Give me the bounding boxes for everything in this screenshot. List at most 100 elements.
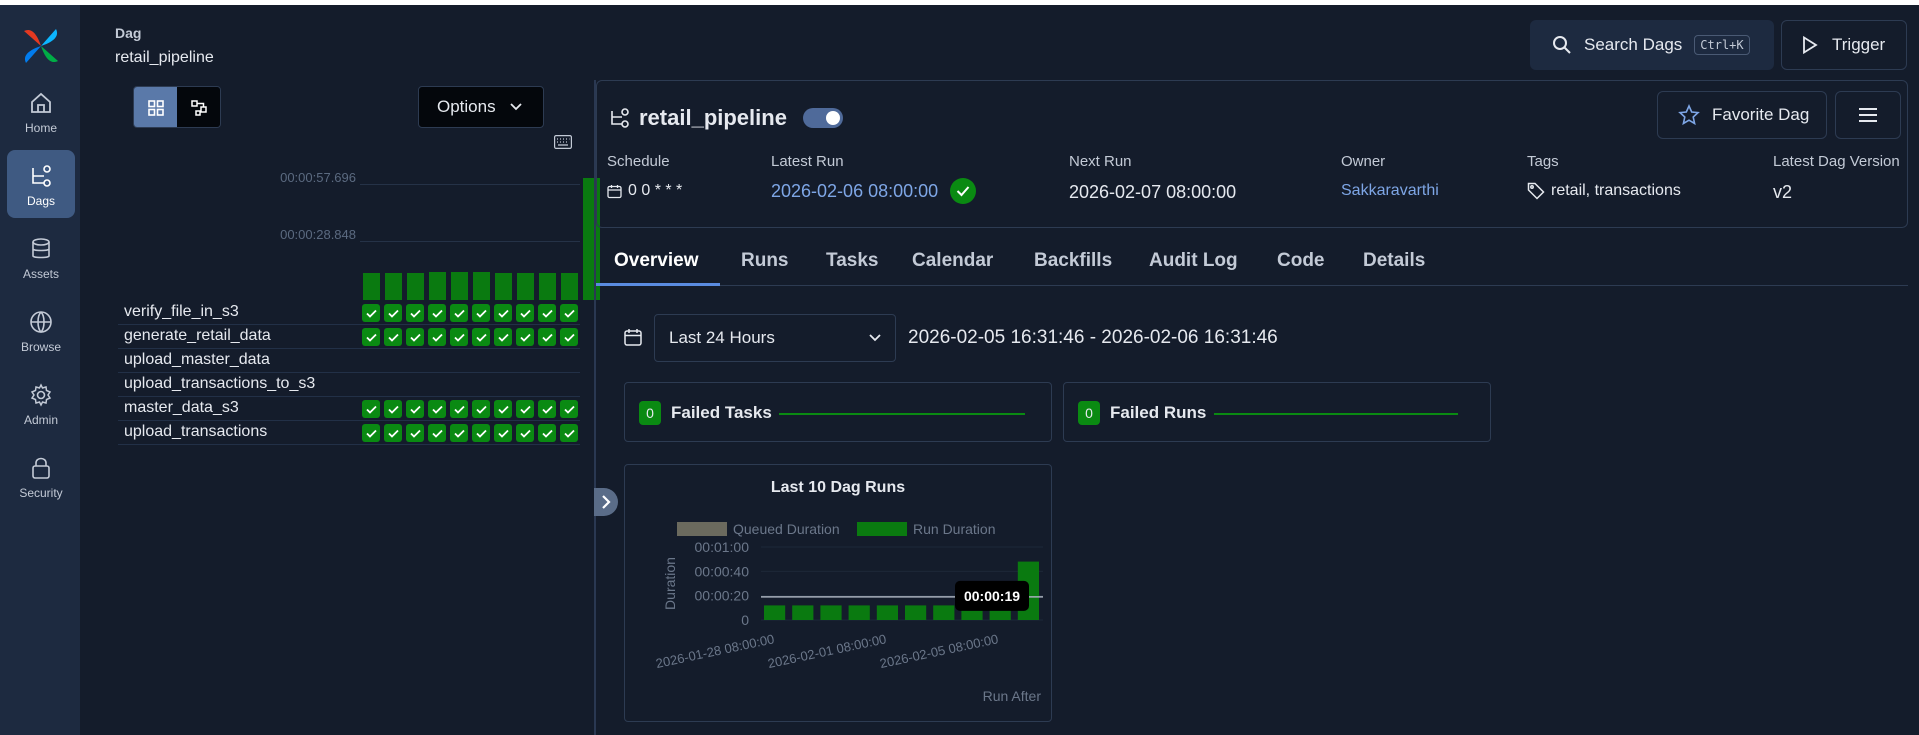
grid-run-bar[interactable] bbox=[363, 273, 380, 300]
sidebar-item-security[interactable]: Security bbox=[7, 442, 75, 510]
legend-label-run[interactable]: Run Duration bbox=[913, 521, 996, 537]
task-instance-success[interactable] bbox=[516, 424, 534, 442]
task-instance-success[interactable] bbox=[472, 304, 490, 322]
options-dropdown[interactable]: Options bbox=[418, 86, 544, 128]
task-instance-success[interactable] bbox=[362, 400, 380, 418]
task-row[interactable]: master_data_s3 bbox=[118, 397, 580, 421]
task-instance-success[interactable] bbox=[450, 400, 468, 418]
task-instance-success[interactable] bbox=[384, 328, 402, 346]
task-instance-success[interactable] bbox=[538, 400, 556, 418]
grid-run-bar[interactable] bbox=[385, 273, 402, 300]
grid-run-bar[interactable] bbox=[407, 273, 424, 300]
grid-run-bar[interactable] bbox=[539, 273, 556, 300]
graph-view-button[interactable] bbox=[177, 87, 220, 127]
sidebar-item-browse[interactable]: Browse bbox=[7, 296, 75, 364]
failed-tasks-card[interactable]: 0 Failed Tasks bbox=[624, 382, 1052, 442]
legend-label-queued[interactable]: Queued Duration bbox=[733, 521, 840, 537]
task-instance-success[interactable] bbox=[362, 304, 380, 322]
task-instance-success[interactable] bbox=[362, 328, 380, 346]
collapse-panel-button[interactable] bbox=[594, 488, 618, 516]
tab-calendar[interactable]: Calendar bbox=[912, 250, 993, 272]
tab-audit-log[interactable]: Audit Log bbox=[1149, 250, 1238, 272]
task-instance-success[interactable] bbox=[494, 424, 512, 442]
latest-run-link[interactable]: 2026-02-06 08:00:00 bbox=[771, 181, 938, 202]
task-name[interactable]: generate_retail_data bbox=[124, 327, 271, 345]
sidebar-item-admin[interactable]: Admin bbox=[7, 369, 75, 437]
task-name[interactable]: upload_transactions bbox=[124, 423, 267, 441]
task-instance-success[interactable] bbox=[494, 328, 512, 346]
task-instance-success[interactable] bbox=[560, 400, 578, 418]
task-instance-success[interactable] bbox=[450, 424, 468, 442]
task-instance-success[interactable] bbox=[494, 400, 512, 418]
task-instance-success[interactable] bbox=[406, 400, 424, 418]
task-name[interactable]: verify_file_in_s3 bbox=[124, 303, 239, 321]
task-instance-success[interactable] bbox=[428, 424, 446, 442]
trigger-button[interactable]: Trigger bbox=[1781, 20, 1907, 70]
run-duration-bar[interactable] bbox=[876, 605, 898, 620]
sidebar-item-assets[interactable]: Assets bbox=[7, 223, 75, 291]
grid-run-bar[interactable] bbox=[451, 272, 468, 300]
favorite-dag-button[interactable]: Favorite Dag bbox=[1657, 91, 1827, 139]
task-instance-success[interactable] bbox=[516, 304, 534, 322]
task-instance-success[interactable] bbox=[428, 328, 446, 346]
task-instance-success[interactable] bbox=[428, 304, 446, 322]
task-instance-success[interactable] bbox=[428, 400, 446, 418]
airflow-logo-icon[interactable] bbox=[20, 25, 62, 67]
tags-value[interactable]: retail, transactions bbox=[1551, 182, 1681, 200]
run-duration-bar[interactable] bbox=[848, 605, 870, 620]
task-instance-success[interactable] bbox=[538, 304, 556, 322]
more-menu-button[interactable] bbox=[1835, 91, 1901, 139]
task-instance-success[interactable] bbox=[494, 304, 512, 322]
failed-runs-card[interactable]: 0 Failed Runs bbox=[1063, 382, 1491, 442]
task-name[interactable]: upload_transactions_to_s3 bbox=[124, 375, 315, 393]
tab-backfills[interactable]: Backfills bbox=[1034, 250, 1112, 272]
task-instance-success[interactable] bbox=[560, 328, 578, 346]
task-name[interactable]: master_data_s3 bbox=[124, 399, 239, 417]
tab-tasks[interactable]: Tasks bbox=[826, 250, 878, 272]
task-instance-success[interactable] bbox=[406, 328, 424, 346]
task-instance-success[interactable] bbox=[560, 304, 578, 322]
task-instance-success[interactable] bbox=[472, 400, 490, 418]
task-instance-success[interactable] bbox=[362, 424, 380, 442]
run-duration-bar[interactable] bbox=[905, 605, 927, 620]
grid-run-bar[interactable] bbox=[517, 273, 534, 300]
task-instance-success[interactable] bbox=[516, 328, 534, 346]
grid-run-bar[interactable] bbox=[495, 273, 512, 300]
task-row[interactable]: upload_master_data bbox=[118, 349, 580, 373]
task-row[interactable]: generate_retail_data bbox=[118, 325, 580, 349]
tab-runs[interactable]: Runs bbox=[741, 250, 789, 272]
grid-view-button[interactable] bbox=[134, 87, 177, 127]
tab-details[interactable]: Details bbox=[1363, 250, 1425, 272]
tab-code[interactable]: Code bbox=[1277, 250, 1325, 272]
pause-toggle[interactable] bbox=[802, 108, 843, 128]
task-instance-success[interactable] bbox=[384, 304, 402, 322]
breadcrumb-dag-name[interactable]: retail_pipeline bbox=[115, 49, 214, 67]
task-instance-success[interactable] bbox=[406, 424, 424, 442]
task-name[interactable]: upload_master_data bbox=[124, 351, 270, 369]
search-dags-button[interactable]: Search Dags Ctrl+K bbox=[1530, 20, 1774, 70]
run-duration-bar[interactable] bbox=[792, 605, 814, 620]
grid-run-bar[interactable] bbox=[429, 272, 446, 300]
task-instance-success[interactable] bbox=[560, 424, 578, 442]
task-row[interactable]: upload_transactions bbox=[118, 421, 580, 445]
task-row[interactable]: upload_transactions_to_s3 bbox=[118, 373, 580, 397]
time-range-select[interactable]: Last 24 Hours bbox=[654, 314, 896, 362]
sidebar-item-dags[interactable]: Dags bbox=[7, 150, 75, 218]
task-instance-success[interactable] bbox=[384, 400, 402, 418]
task-instance-success[interactable] bbox=[516, 400, 534, 418]
run-duration-bar[interactable] bbox=[820, 605, 842, 620]
task-instance-success[interactable] bbox=[472, 424, 490, 442]
task-instance-success[interactable] bbox=[406, 304, 424, 322]
owner-link[interactable]: Sakkaravarthi bbox=[1341, 182, 1439, 200]
task-instance-success[interactable] bbox=[384, 424, 402, 442]
run-duration-bar[interactable] bbox=[764, 605, 786, 620]
task-instance-success[interactable] bbox=[538, 328, 556, 346]
sidebar-item-home[interactable]: Home bbox=[7, 77, 75, 145]
task-instance-success[interactable] bbox=[450, 328, 468, 346]
task-instance-success[interactable] bbox=[538, 424, 556, 442]
task-instance-success[interactable] bbox=[472, 328, 490, 346]
grid-run-bar[interactable] bbox=[473, 272, 490, 300]
grid-run-bar[interactable] bbox=[561, 273, 578, 300]
task-row[interactable]: verify_file_in_s3 bbox=[118, 301, 580, 325]
run-duration-bar[interactable] bbox=[933, 605, 955, 620]
